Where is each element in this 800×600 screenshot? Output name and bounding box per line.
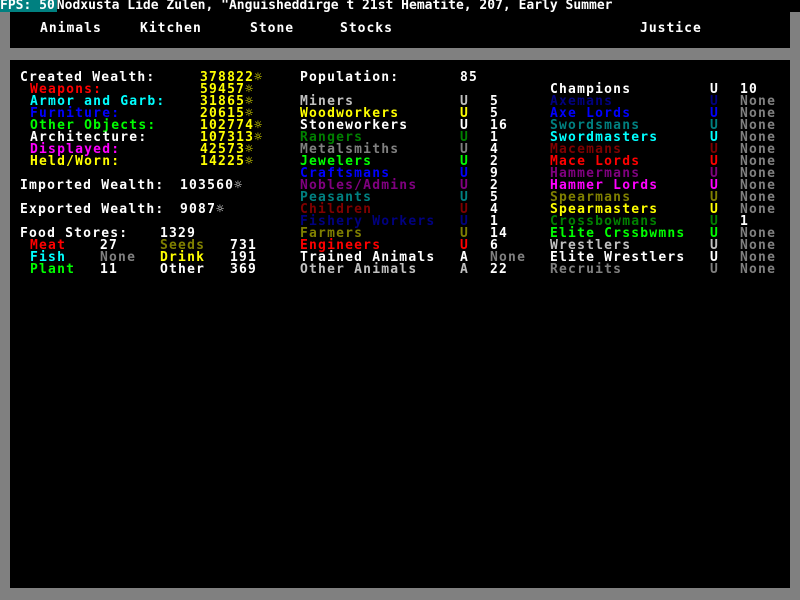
imported-wealth-label: Imported Wealth: xyxy=(20,178,165,193)
tab-bar: Animals Kitchen Stone Stocks Justice xyxy=(10,12,790,48)
food-plant-value: 11 xyxy=(100,262,119,277)
population-row-flag: A xyxy=(460,262,470,277)
food-other-label: Other xyxy=(160,262,206,277)
food-other-value: 369 xyxy=(230,262,258,277)
exported-wealth-value: 9087☼ xyxy=(180,202,226,217)
wealth-value: 14225☼ xyxy=(200,154,255,169)
fortress-title: Nodxusta Lide Zulen, "Anguisheddirge t 2… xyxy=(56,0,613,12)
population-total: 85 xyxy=(460,70,479,85)
population-label: Population: xyxy=(300,70,400,85)
wealth-label: Held/Worn: xyxy=(30,154,121,169)
tab-animals[interactable]: Animals xyxy=(40,22,102,36)
imported-wealth-value: 103560☼ xyxy=(180,178,244,193)
military-row-flag: U xyxy=(710,262,720,277)
population-row-value: 22 xyxy=(490,262,509,277)
tab-stocks[interactable]: Stocks xyxy=(340,22,393,36)
population-row-label: Other Animals xyxy=(300,262,418,277)
food-plant-label: Plant xyxy=(30,262,76,277)
exported-wealth-label: Exported Wealth: xyxy=(20,202,165,217)
fps-counter: FPS: 50 xyxy=(0,0,57,12)
tab-kitchen[interactable]: Kitchen xyxy=(140,22,202,36)
military-row-value: None xyxy=(740,262,777,277)
status-panel: Created Wealth: 378822☼ Weapons: 59457☼ … xyxy=(10,60,790,588)
title-bar: FPS: 50 Nodxusta Lide Zulen, "Anguisheddi… xyxy=(0,0,800,12)
military-row-label: Recruits xyxy=(550,262,623,277)
tab-stone[interactable]: Stone xyxy=(250,22,294,36)
tab-justice[interactable]: Justice xyxy=(640,22,702,36)
